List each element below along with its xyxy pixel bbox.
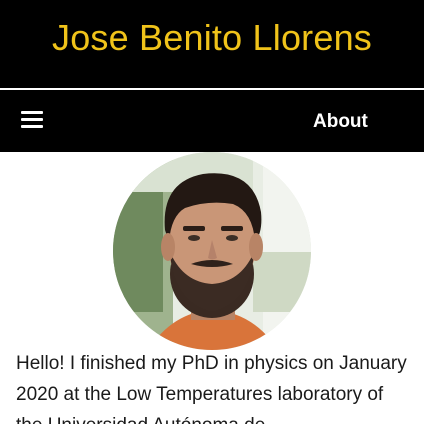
site-title: Jose Benito Llorens [52, 17, 372, 58]
nav-bar: About [0, 90, 424, 152]
nav-link-about[interactable]: About [313, 111, 368, 133]
profile-photo [113, 152, 311, 350]
profile-photo-image [113, 152, 311, 350]
site-header: Jose Benito Llorens [0, 0, 424, 88]
hamburger-menu-icon[interactable] [21, 111, 43, 129]
menu-line [21, 111, 43, 114]
menu-line [21, 118, 43, 121]
menu-line [21, 125, 43, 128]
bio-text: Hello! I finished my PhD in physics on J… [16, 353, 407, 424]
page: Jose Benito Llorens About Hello! I finis… [0, 0, 424, 424]
